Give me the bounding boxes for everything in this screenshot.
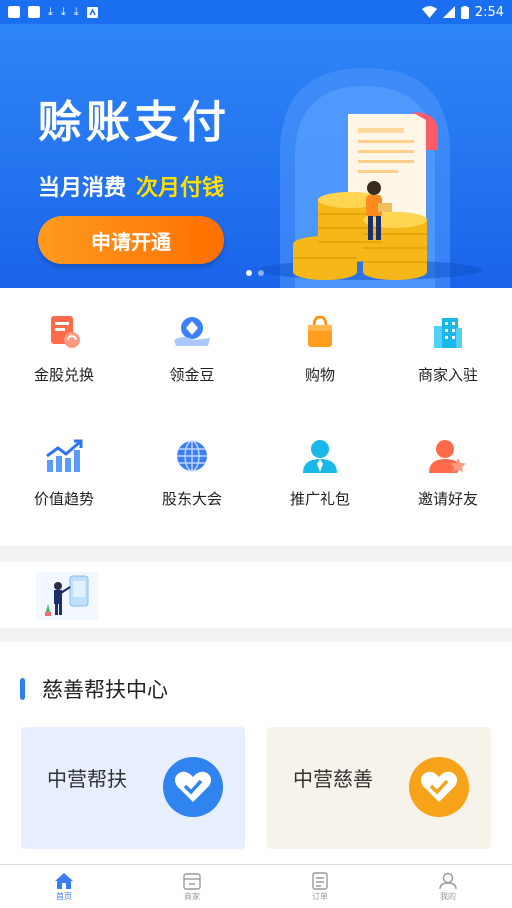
shopping-bag-icon xyxy=(300,312,340,352)
charity-section-title: 慈善帮扶中心 xyxy=(42,678,168,702)
person-tie-icon xyxy=(300,436,340,476)
section-title-bar xyxy=(20,678,25,700)
app-notification-icon xyxy=(86,6,98,18)
wifi-icon xyxy=(421,6,437,18)
download-icon: ⤓ xyxy=(48,5,53,18)
grid-item-label: 推广礼包 xyxy=(289,490,350,508)
signal-icon xyxy=(442,6,455,18)
grid-item-label: 购物 xyxy=(304,366,335,384)
charity-card-assistance[interactable]: 中营帮扶 xyxy=(21,727,245,849)
trend-chart-icon xyxy=(44,436,84,476)
banner-pagination xyxy=(246,270,264,276)
globe-icon xyxy=(172,436,212,476)
notification-icons: ⤓ ⤓ ⤓ xyxy=(8,6,98,18)
function-grid: 金股兑换 领金豆 购物 商家入驻 价值趋势 股东大会 推广礼包 邀请好友 xyxy=(0,288,512,546)
heart-handshake-icon xyxy=(409,757,469,817)
grid-item-value-trend[interactable]: 价值趋势 xyxy=(0,436,128,509)
tab-label: 商家 xyxy=(184,891,200,901)
grid-item-label: 邀请好友 xyxy=(417,490,478,508)
battery-icon xyxy=(460,5,469,19)
grid-item-label: 领金豆 xyxy=(169,366,215,384)
banner-subtitle-right: 次月付钱 xyxy=(136,176,225,201)
pagination-dot[interactable] xyxy=(258,270,264,276)
tab-label: 订单 xyxy=(312,891,328,901)
tab-profile[interactable]: 我的 xyxy=(384,865,512,908)
grid-item-invite-friends[interactable]: 邀请好友 xyxy=(384,436,512,509)
store-icon xyxy=(183,872,201,890)
charity-card-label: 中营帮扶 xyxy=(47,767,127,791)
home-icon xyxy=(55,872,73,889)
presentation-illustration xyxy=(36,572,98,620)
document-exchange-icon xyxy=(44,312,84,352)
notification-square-icon xyxy=(28,6,40,18)
heart-handshake-icon xyxy=(163,757,223,817)
pagination-dot[interactable] xyxy=(246,270,252,276)
status-bar: ⤓ ⤓ ⤓ 2:54 xyxy=(0,0,512,24)
download-icon: ⤓ xyxy=(73,5,79,18)
charity-card-charity[interactable]: 中营慈善 xyxy=(267,727,491,849)
grid-item-promotion-pack[interactable]: 推广礼包 xyxy=(256,436,384,509)
notification-square-icon xyxy=(8,6,20,18)
banner-title: 赊账支付 xyxy=(38,97,230,148)
banner-subtitle-left: 当月消费 xyxy=(38,176,127,201)
grid-item-gold-beans[interactable]: 领金豆 xyxy=(128,312,256,385)
grid-item-shareholder-meeting[interactable]: 股东大会 xyxy=(128,436,256,509)
status-time: 2:54 xyxy=(474,4,504,20)
grid-item-gold-exchange[interactable]: 金股兑换 xyxy=(0,312,128,385)
grid-item-shopping[interactable]: 购物 xyxy=(256,312,384,385)
receipt-coins-illustration xyxy=(258,68,482,288)
grid-item-label: 价值趋势 xyxy=(33,490,94,508)
promo-banner[interactable]: 赊账支付 当月消费 次月付钱 申请开通 xyxy=(0,24,512,288)
tab-home[interactable]: 首页 xyxy=(0,865,128,908)
building-icon xyxy=(428,312,468,352)
promo-strip[interactable] xyxy=(0,562,512,628)
grid-item-merchant-join[interactable]: 商家入驻 xyxy=(384,312,512,385)
tab-merchant[interactable]: 商家 xyxy=(128,865,256,908)
grid-item-label: 商家入驻 xyxy=(417,366,478,384)
bottom-tab-bar: 首页 商家 订单 我的 xyxy=(0,864,512,908)
tab-label: 我的 xyxy=(440,891,456,901)
tab-label: 首页 xyxy=(56,891,72,901)
person-star-icon xyxy=(428,436,468,476)
tab-orders[interactable]: 订单 xyxy=(256,865,384,908)
coin-hand-icon xyxy=(172,312,212,352)
download-icon: ⤓ xyxy=(60,5,66,18)
charity-card-label: 中营慈善 xyxy=(293,767,373,791)
order-icon xyxy=(312,871,328,890)
profile-icon xyxy=(439,872,457,889)
apply-button[interactable]: 申请开通 xyxy=(38,216,224,264)
grid-item-label: 股东大会 xyxy=(161,490,222,508)
grid-item-label: 金股兑换 xyxy=(33,366,94,384)
